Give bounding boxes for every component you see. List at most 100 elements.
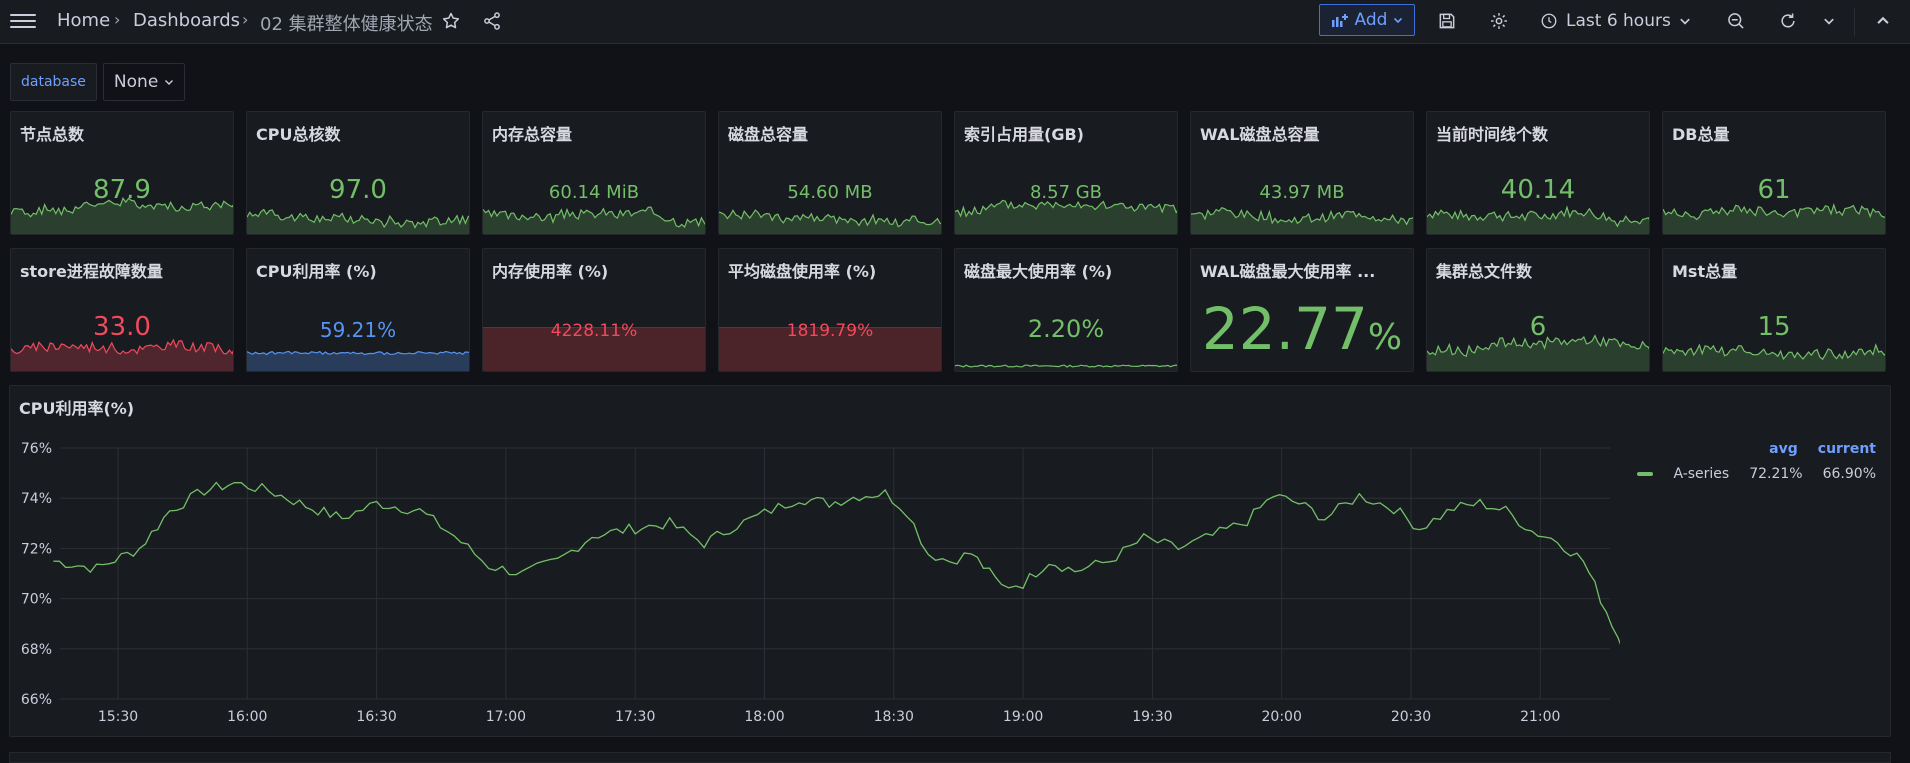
stat-panel-title: 节点总数 — [20, 125, 85, 144]
stat-value: 59.21% — [319, 318, 397, 342]
stat-value: 33.0 — [93, 312, 151, 342]
breadcrumb-separator-icon: › — [114, 10, 121, 29]
legend-header-current[interactable]: current — [1818, 441, 1876, 457]
stat-panel[interactable]: 内存总容量 60.14 MiB — [482, 111, 706, 235]
breadcrumb-home[interactable]: Home — [57, 10, 110, 31]
breadcrumb-dashboards[interactable]: Dashboards — [133, 10, 240, 31]
stat-panel-title: 当前时间线个数 — [1436, 125, 1549, 144]
stat-value: 54.60 MB — [787, 182, 873, 203]
stat-panel-title: CPU利用率 (%) — [256, 262, 377, 281]
stat-value: 87.9 — [93, 175, 151, 205]
stat-value: 97.0 — [329, 175, 387, 205]
x-axis-tick-label: 16:00 — [227, 709, 267, 725]
stat-value: 2.20% — [1027, 315, 1105, 343]
stat-panel-title: WAL磁盘最大使用率 ... — [1200, 262, 1376, 281]
y-axis-tick-label: 66% — [21, 692, 52, 708]
time-range-picker[interactable]: Last 6 hours — [1540, 8, 1691, 34]
stat-panel-title: Mst总量 — [1672, 262, 1738, 281]
menu-icon[interactable] — [10, 10, 36, 30]
top-navbar: Home › Dashboards › 02 集群整体健康状态 Add Last… — [0, 0, 1910, 44]
stat-panel[interactable]: WAL磁盘最大使用率 ... 22.77% — [1190, 248, 1414, 372]
stat-panel-title: store进程故障数量 — [20, 262, 163, 281]
breadcrumb-current: 02 集群整体健康状态 — [260, 14, 433, 35]
x-axis-tick-label: 21:00 — [1520, 709, 1560, 725]
legend-header: avg current — [1637, 441, 1876, 457]
save-icon[interactable] — [1434, 8, 1460, 34]
template-variables: database None — [10, 63, 186, 101]
y-axis-tick-label: 68% — [21, 642, 52, 658]
stat-value: 22.77% — [1201, 295, 1403, 363]
star-icon[interactable] — [438, 8, 464, 34]
y-axis-tick-label: 76% — [21, 441, 52, 457]
stat-panel[interactable]: store进程故障数量 33.0 — [10, 248, 234, 372]
x-axis-tick-label: 19:30 — [1132, 709, 1172, 725]
stat-panel-title: WAL磁盘总容量 — [1200, 125, 1320, 144]
stat-value: 61 — [1757, 175, 1791, 205]
legend-current-value: 66.90% — [1822, 466, 1876, 482]
legend-series-name: A-series — [1673, 466, 1730, 482]
stat-panel[interactable]: WAL磁盘总容量 43.97 MB — [1190, 111, 1414, 235]
next-row-collapsed — [0, 748, 1910, 763]
stat-panel[interactable]: 节点总数 87.9 — [10, 111, 234, 235]
zoom-out-icon[interactable] — [1723, 8, 1749, 34]
variable-value: None — [113, 72, 159, 92]
stat-panel[interactable]: 索引占用量(GB) 8.57 GB — [954, 111, 1178, 235]
stat-panel-title: DB总量 — [1672, 125, 1730, 144]
cpu-usage-chart[interactable]: 76% 74% 72% 70% 68% 66% 15:30 16:00 16:30 17:00 17… — [10, 386, 1620, 726]
x-axis-tick-label: 18:00 — [744, 709, 784, 725]
series-line-a — [53, 481, 1620, 645]
stat-panel[interactable]: 当前时间线个数 40.14 — [1426, 111, 1650, 235]
stat-panel-title: 磁盘最大使用率 (%) — [964, 262, 1113, 281]
time-range-label: Last 6 hours — [1566, 11, 1671, 31]
stat-value: 8.57 GB — [1029, 182, 1103, 203]
add-chart-icon — [1331, 14, 1348, 27]
stat-value: 60.14 MiB — [548, 182, 640, 203]
x-axis-tick-label: 17:30 — [615, 709, 655, 725]
legend-header-avg[interactable]: avg — [1769, 441, 1798, 457]
breadcrumb-separator-icon: › — [242, 10, 249, 29]
stat-panel[interactable]: 磁盘总容量 54.60 MB — [718, 111, 942, 235]
share-icon[interactable] — [479, 8, 505, 34]
x-axis-tick-label: 19:00 — [1003, 709, 1043, 725]
stat-value: 6 — [1529, 312, 1547, 342]
collapse-chevron-up-icon[interactable] — [1870, 8, 1896, 34]
y-axis-tick-label: 72% — [21, 541, 52, 557]
sparkline-area — [483, 207, 705, 234]
stat-panel-title: 内存总容量 — [492, 125, 573, 144]
stat-panel[interactable]: Mst总量 15 — [1662, 248, 1886, 372]
chart-legend: avg current A-series 72.21% 66.90% — [1637, 441, 1876, 482]
variable-label-database: database — [10, 63, 97, 101]
stat-value: 43.97 MB — [1259, 182, 1345, 203]
stat-panel[interactable]: DB总量 61 — [1662, 111, 1886, 235]
stat-panel[interactable]: 平均磁盘使用率 (%) 1819.79% — [718, 248, 942, 372]
stat-panel-title: 内存使用率 (%) — [492, 262, 609, 281]
y-axis-tick-label: 74% — [21, 491, 52, 507]
refresh-icon[interactable] — [1775, 8, 1801, 34]
legend-series-row[interactable]: A-series 72.21% 66.90% — [1637, 466, 1876, 482]
stat-panel[interactable]: 磁盘最大使用率 (%) 2.20% — [954, 248, 1178, 372]
sparkline-area — [1663, 345, 1885, 371]
stat-value: 40.14 — [1500, 175, 1576, 205]
stat-panel-title: 索引占用量(GB) — [964, 125, 1084, 144]
stat-panel[interactable]: 内存使用率 (%) 4228.11% — [482, 248, 706, 372]
stat-panel-title: 集群总文件数 — [1436, 262, 1533, 281]
chevron-down-icon — [1394, 17, 1403, 24]
stat-panel[interactable]: 集群总文件数 6 — [1426, 248, 1650, 372]
stat-panel-title: 磁盘总容量 — [728, 125, 809, 144]
stat-panel[interactable]: CPU利用率 (%) 59.21% — [246, 248, 470, 372]
legend-avg-value: 72.21% — [1749, 466, 1803, 482]
stat-value: 1819.79% — [786, 321, 874, 341]
chevron-down-icon — [1680, 18, 1690, 25]
add-panel-button[interactable]: Add — [1319, 4, 1415, 36]
variable-select-database[interactable]: None — [102, 63, 186, 101]
x-axis-tick-label: 20:00 — [1262, 709, 1302, 725]
gear-icon[interactable] — [1486, 8, 1512, 34]
add-button-label: Add — [1354, 10, 1388, 30]
y-axis-tick-label: 70% — [21, 592, 52, 608]
stat-panel-title: CPU总核数 — [256, 125, 341, 144]
x-axis-tick-label: 17:00 — [486, 709, 526, 725]
refresh-interval-chevron-icon[interactable] — [1816, 8, 1842, 34]
clock-icon — [1541, 13, 1557, 29]
cpu-usage-timeseries-panel[interactable]: CPU利用率(%) 76% 74% 72% 70% 68% 66% 15:30 16:00 16… — [9, 385, 1891, 737]
stat-panel[interactable]: CPU总核数 97.0 — [246, 111, 470, 235]
